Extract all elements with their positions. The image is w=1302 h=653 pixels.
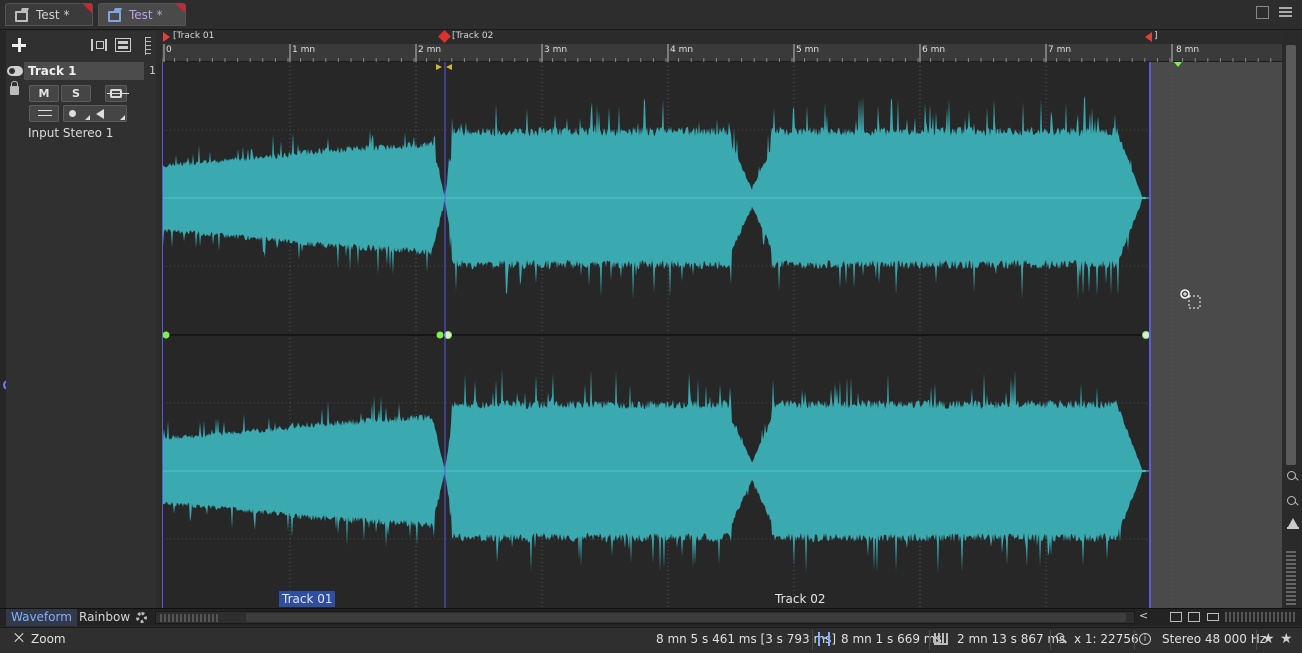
track-layout-icon[interactable]: [115, 38, 131, 52]
view-bar: Waveform Rainbow: [0, 608, 1302, 626]
tick-label: 5 mn: [796, 45, 820, 55]
share-icon[interactable]: [1139, 609, 1149, 622]
divider: [1256, 630, 1257, 650]
marker-start-flag-icon[interactable]: [163, 32, 170, 42]
lock-icon[interactable]: [10, 81, 19, 95]
divider: [812, 630, 813, 650]
tick-label: 4 mn: [670, 45, 694, 55]
full-view-icon[interactable]: [1207, 613, 1219, 621]
divider: [929, 630, 930, 650]
dropdown-corner-icon: [120, 115, 125, 120]
tick-label: 7 mn: [1048, 45, 1072, 55]
vertical-scrollbar[interactable]: [1282, 31, 1302, 608]
ruler-icon[interactable]: [145, 37, 151, 55]
ruler-ticks: [162, 44, 1272, 62]
marker-label-end[interactable]: ]: [1154, 31, 1158, 41]
horizontal-scrollbar[interactable]: [155, 611, 1135, 624]
tab-label: Test *: [36, 7, 70, 22]
unsaved-corner-icon: [176, 4, 185, 13]
eq-button[interactable]: [29, 105, 59, 122]
tab-test-1[interactable]: Test *: [5, 3, 93, 26]
clip-label-track-01[interactable]: Track 01: [279, 591, 336, 607]
marker-diamond-icon[interactable]: [438, 30, 451, 43]
add-track-icon[interactable]: [11, 37, 27, 53]
time-ruler[interactable]: 0 1 mn 2 mn 3 mn 4 mn 5 mn 6 mn 7 mn 8 m…: [162, 44, 1282, 62]
clip-label-track-02[interactable]: Track 02: [775, 591, 825, 607]
favorite-icon[interactable]: ★: [1280, 631, 1293, 647]
info-icon: i: [1139, 633, 1151, 645]
record-icon: [69, 110, 76, 117]
insert-icon: [107, 89, 129, 98]
dropdown-corner-icon: [85, 115, 90, 120]
tick-label: 8 mn: [1176, 45, 1200, 55]
horizontal-scroll-thumb[interactable]: [246, 613, 1126, 622]
tab-test-2[interactable]: Test *: [98, 3, 186, 26]
zoom-label[interactable]: Zoom: [31, 628, 66, 653]
fit-tracks-icon[interactable]: [91, 39, 107, 51]
crossfade-handle-icon[interactable]: [436, 64, 442, 70]
tick-label: 2 mn: [418, 45, 442, 55]
insert-button[interactable]: [105, 85, 129, 102]
speaker-icon: [96, 109, 104, 119]
eq-icon: [38, 108, 52, 119]
track-toggle-icon[interactable]: [7, 66, 23, 76]
solo-button[interactable]: S: [61, 85, 91, 102]
waveform-area[interactable]: Track 01 Track 02: [162, 62, 1282, 608]
divider: [1134, 630, 1135, 650]
audio-format-readout[interactable]: Stereo 48 000 Hz: [1162, 628, 1266, 653]
track-toolbar: [6, 31, 156, 61]
zoom-in-icon[interactable]: [1287, 471, 1299, 483]
envelope-point[interactable]: [1142, 331, 1150, 339]
crossfade-handle-icon[interactable]: [446, 64, 452, 70]
zoom-view-icon[interactable]: [1188, 612, 1200, 622]
zoom-factor-readout[interactable]: x 1: 22756: [1074, 628, 1139, 653]
document-tab-bar: Test * Test *: [0, 0, 1302, 30]
zoom-magnifier-icon: [1056, 633, 1066, 643]
montage-icon: [14, 8, 30, 22]
cursor-position-icon: [818, 632, 830, 646]
tick-label: 6 mn: [922, 45, 946, 55]
horizontal-zoom-slider[interactable]: [1225, 612, 1297, 622]
tab-rainbow[interactable]: Rainbow: [74, 609, 135, 626]
montage-icon: [107, 8, 123, 22]
vertical-zoom-slider[interactable]: [1286, 551, 1296, 606]
cursor-readout[interactable]: 8 mn 1 s 669 ms: [841, 628, 942, 653]
marker-label-track-02[interactable]: [Track 02: [452, 31, 493, 41]
audio-length-icon: [934, 633, 948, 645]
tab-waveform[interactable]: Waveform: [6, 609, 77, 626]
vertical-scroll-thumb[interactable]: [1286, 45, 1296, 465]
divider: [1050, 630, 1051, 650]
window-square-icon[interactable]: [1256, 6, 1269, 19]
tick-label: 3 mn: [544, 45, 568, 55]
tab-label: Test *: [129, 7, 163, 22]
track-name[interactable]: Track 1: [24, 62, 144, 80]
unsaved-corner-icon: [83, 4, 92, 13]
track-number: 1: [149, 64, 156, 77]
list-menu-icon[interactable]: [1279, 6, 1292, 19]
tick-label: 1 mn: [292, 45, 316, 55]
track-header-panel: Track 1 1 M S Input Stereo 1: [6, 31, 156, 608]
marker-bar: [Track 01 [Track 02 ]: [162, 30, 1282, 44]
envelope-point[interactable]: [436, 331, 444, 339]
track-input-label[interactable]: Input Stereo 1: [28, 126, 113, 140]
fit-view-icon[interactable]: [1170, 612, 1182, 622]
track-row: Track 1 1: [6, 62, 156, 80]
gear-icon[interactable]: [136, 612, 147, 623]
waveform-canvas[interactable]: [162, 62, 1282, 608]
favorite-add-icon[interactable]: ★: [1262, 631, 1275, 647]
mute-button[interactable]: M: [29, 85, 59, 102]
zoom-out-icon[interactable]: [1287, 496, 1299, 508]
tick-label: 0: [166, 45, 172, 55]
after-end-region: [1150, 62, 1282, 608]
zoom-grip[interactable]: [160, 614, 220, 622]
marker-end-flag-icon[interactable]: [1145, 32, 1152, 42]
record-monitor-button[interactable]: [63, 105, 127, 122]
peak-level-icon[interactable]: [1287, 517, 1299, 529]
marker-label-track-01[interactable]: [Track 01: [173, 31, 214, 41]
status-bar: Zoom 8 mn 5 s 461 ms [3 s 793 ms] 8 mn 1…: [0, 627, 1302, 653]
envelope-point[interactable]: [162, 331, 170, 339]
expand-icon[interactable]: [13, 632, 24, 643]
envelope-point[interactable]: [444, 331, 452, 339]
selection-readout: 8 mn 5 s 461 ms [3 s 793 ms]: [656, 632, 837, 646]
